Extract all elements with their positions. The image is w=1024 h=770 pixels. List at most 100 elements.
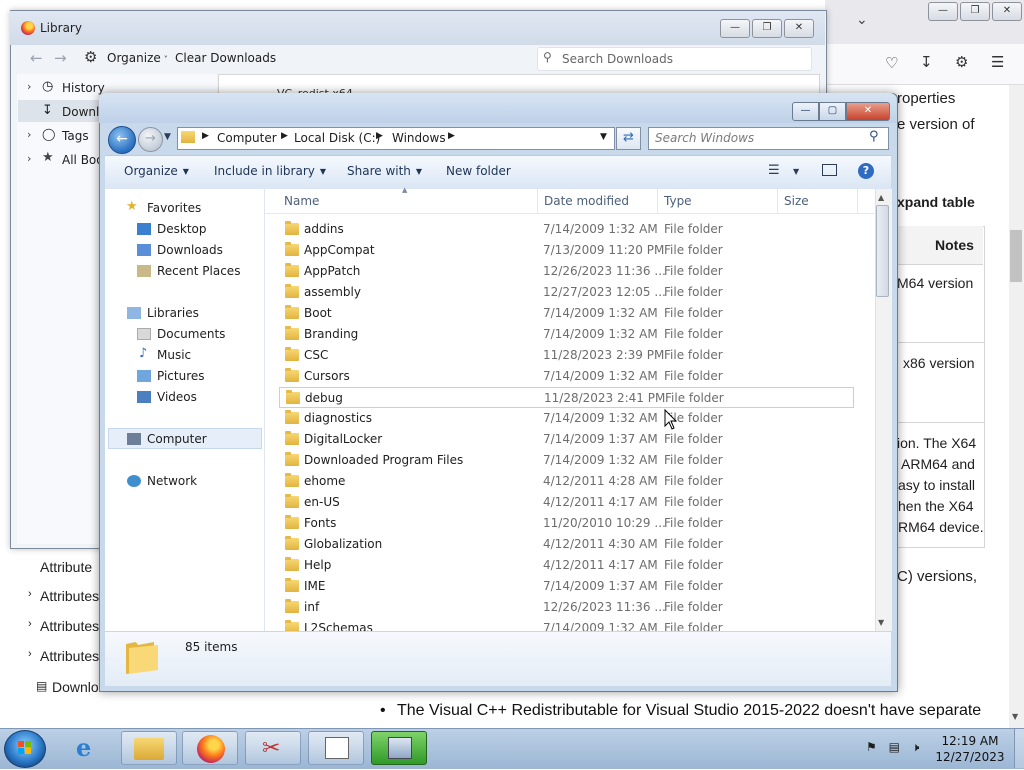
attributes-item[interactable]: Attributes [40,588,99,604]
sidebar-item-tags[interactable]: Tags [62,129,89,143]
sidebar-item-all-bookmarks[interactable]: All Boo [62,153,104,167]
table-row[interactable]: Fonts 11/20/2010 10:29 ... File folder [279,513,854,534]
download-icon[interactable]: ↧ [920,53,933,71]
table-row[interactable]: diagnostics 7/14/2009 1:32 AM File folder [279,408,854,429]
clock[interactable]: 12:19 AM 12/27/2023 [930,733,1010,765]
view-options-icon[interactable]: ☰ [768,163,780,178]
expand-table-link[interactable]: xpand table [897,194,975,210]
clear-downloads-button[interactable]: Clear Downloads [175,51,276,65]
library-title-bar[interactable] [10,11,825,45]
sidebar-item-history[interactable]: History [62,81,105,95]
flag-icon[interactable]: ⚑ [866,740,877,754]
refresh-icon[interactable]: ⇄ [616,127,641,150]
breadcrumb-windows[interactable]: Windows [392,131,446,145]
nav-network[interactable]: Network [147,474,197,488]
scroll-down-icon[interactable]: ▼ [1012,712,1018,721]
show-desktop-button[interactable] [1014,729,1024,768]
table-row[interactable]: inf 12/26/2023 11:36 ... File folder [279,597,854,618]
table-row[interactable]: ehome 4/12/2011 4:28 AM File folder [279,471,854,492]
table-row[interactable]: Boot 7/14/2009 1:32 AM File folder [279,303,854,324]
taskbar-active-app[interactable] [371,731,427,765]
downloads-search-input[interactable]: ⚲ Search Downloads [537,47,812,71]
breadcrumb-separator-icon[interactable]: ▶ [202,131,209,141]
column-divider[interactable] [657,189,658,213]
table-row[interactable]: Downloaded Program Files 7/14/2009 1:32 A… [279,450,854,471]
breadcrumb-separator-icon[interactable]: ▶ [448,131,455,141]
column-name[interactable]: Name [284,194,319,208]
back-button[interactable]: ← [108,126,136,154]
taskbar-firefox[interactable] [182,731,238,765]
minimize-icon[interactable]: — [720,19,750,38]
close-icon[interactable]: ✕ [992,2,1022,21]
table-row[interactable]: addins 7/14/2009 1:32 AM File folder [279,219,854,240]
table-row[interactable]: DigitalLocker 7/14/2009 1:37 AM File folde… [279,429,854,450]
nav-libraries[interactable]: Libraries [147,306,199,320]
table-row[interactable]: AppPatch 12/26/2023 11:36 ... File folder [279,261,854,282]
restore-icon[interactable]: ❐ [752,19,782,38]
table-row[interactable]: CSC 11/28/2023 2:39 PM File folder [279,345,854,366]
nav-music[interactable]: Music [157,348,191,362]
nav-downloads[interactable]: Downloads [157,243,223,257]
explorer-title-bar[interactable] [99,93,896,123]
breadcrumb-separator-icon[interactable]: ▶ [376,131,383,141]
page-scrollbar[interactable] [1009,85,1024,728]
taskbar-explorer[interactable] [121,731,177,765]
scroll-down-icon[interactable]: ▼ [878,618,884,627]
new-folder-button[interactable]: New folder [446,164,511,178]
minimize-icon[interactable]: — [792,102,819,121]
table-row[interactable]: en-US 4/12/2011 4:17 AM File folder [279,492,854,513]
taskbar-notepad[interactable] [308,731,364,765]
breadcrumb-computer[interactable]: Computer [217,131,277,145]
recent-pages-chevron-icon[interactable]: ▼ [164,132,171,142]
organize-button[interactable]: Organize ▼ [124,164,189,178]
table-row[interactable]: Cursors 7/14/2009 1:32 AM File folder [279,366,854,387]
breadcrumb-separator-icon[interactable]: ▶ [281,131,288,141]
tab-list-chevron-icon[interactable]: ⌄ [856,12,868,28]
menu-icon[interactable]: ☰ [991,53,1004,71]
restore-icon[interactable]: ❐ [960,2,990,21]
help-icon[interactable]: ? [858,163,874,179]
column-divider[interactable] [857,189,858,213]
organize-menu[interactable]: Organize ˅ [107,51,168,65]
column-divider[interactable] [777,189,778,213]
nav-recent-places[interactable]: Recent Places [157,264,240,278]
address-dropdown-icon[interactable]: ▼ [600,132,607,142]
column-size[interactable]: Size [784,194,809,208]
address-bar[interactable]: ▶ Computer ▶ Local Disk (C:) ▶ Windows ▶… [177,127,615,150]
table-row[interactable]: L2Schemas 7/14/2009 1:32 AM File folder [279,618,854,631]
table-row[interactable]: Help 4/12/2011 4:17 AM File folder [279,555,854,576]
pocket-icon[interactable]: ♡ [885,54,898,72]
nav-favorites[interactable]: Favorites [147,201,201,215]
nav-documents[interactable]: Documents [157,327,225,341]
column-divider[interactable] [537,189,538,213]
table-row[interactable]: IME 7/14/2009 1:37 AM File folder [279,576,854,597]
nav-pictures[interactable]: Pictures [157,369,205,383]
close-icon[interactable]: ✕ [784,19,814,38]
chevron-right-icon[interactable]: › [27,80,31,93]
chevron-right-icon[interactable]: › [27,152,31,165]
preview-pane-icon[interactable] [822,164,837,176]
table-row[interactable]: AppCompat 7/13/2009 11:20 PM File folder [279,240,854,261]
attributes-item[interactable]: Attributes [40,648,99,664]
taskbar-internet-explorer[interactable]: e [62,731,118,765]
volume-muted-icon[interactable]: 🕨 [912,740,920,754]
back-arrow-icon[interactable]: ← [30,49,43,67]
nav-desktop[interactable]: Desktop [157,222,207,236]
nav-videos[interactable]: Videos [157,390,197,404]
table-row[interactable]: Globalization 4/12/2011 4:30 AM File folde… [279,534,854,555]
taskbar-snipping-tool[interactable]: ✂ [245,731,301,765]
table-row[interactable]: Branding 7/14/2009 1:32 AM File folder [279,324,854,345]
include-in-library-button[interactable]: Include in library ▼ [214,164,326,178]
share-with-button[interactable]: Share with ▼ [347,164,422,178]
nav-computer[interactable]: Computer [147,432,207,446]
forward-button[interactable]: → [138,127,163,152]
attributes-item[interactable]: Attributes [40,618,99,634]
forward-arrow-icon[interactable]: → [54,49,67,67]
scroll-up-icon[interactable]: ▲ [878,193,884,202]
download-link[interactable]: Downlo [52,679,99,695]
table-row[interactable]: assembly 12/27/2023 12:05 ... File folder [279,282,854,303]
start-button[interactable] [4,730,46,768]
chevron-right-icon[interactable]: › [27,128,31,141]
table-row[interactable]: debug 11/28/2023 2:41 PM File folder [279,387,854,408]
page-scrollbar-thumb[interactable] [1010,230,1022,282]
